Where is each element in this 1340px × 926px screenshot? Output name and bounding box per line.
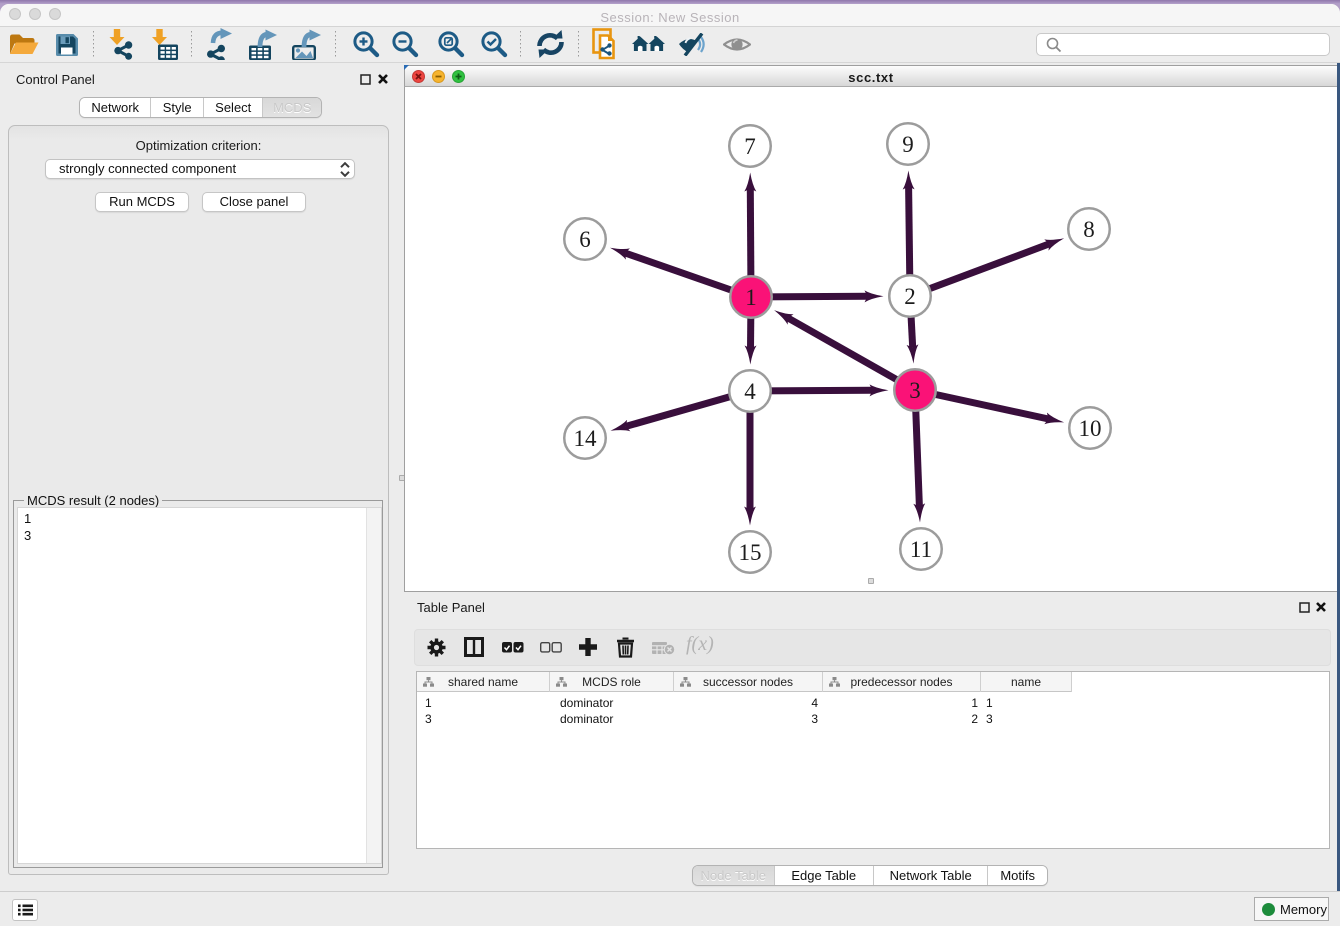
svg-text:1: 1: [745, 285, 757, 310]
svg-text:10: 10: [1079, 416, 1102, 441]
svg-text:11: 11: [910, 537, 932, 562]
svg-text:15: 15: [739, 540, 762, 565]
svg-text:4: 4: [744, 379, 756, 404]
svg-text:2: 2: [904, 284, 916, 309]
svg-text:14: 14: [574, 426, 598, 451]
svg-text:7: 7: [744, 134, 756, 159]
svg-text:8: 8: [1083, 217, 1095, 242]
svg-text:9: 9: [902, 132, 914, 157]
svg-text:6: 6: [579, 227, 591, 252]
svg-text:3: 3: [909, 378, 921, 403]
